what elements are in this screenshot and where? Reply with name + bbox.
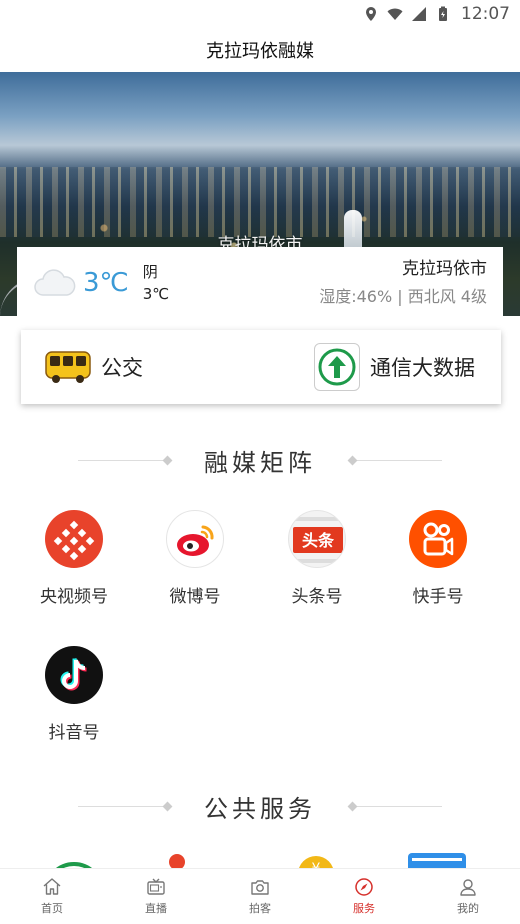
- nav-services-label: 服务: [353, 902, 375, 915]
- toutiao-account[interactable]: 头条 头条号: [262, 510, 372, 607]
- douyin-account[interactable]: 抖音号: [19, 646, 129, 743]
- media-matrix-header: 融媒矩阵: [0, 440, 520, 480]
- cctv-video-label: 央视频号: [40, 587, 108, 607]
- nav-snapshot-label: 拍客: [249, 902, 271, 915]
- bottom-nav: 首页 直播 拍客 服务 我的: [0, 868, 520, 924]
- service-item-4-icon[interactable]: [408, 853, 466, 868]
- divider-line: [347, 801, 442, 811]
- weibo-icon: [166, 510, 224, 568]
- signal-icon: [412, 7, 426, 21]
- cctv-video-account[interactable]: 央视频号: [19, 510, 129, 607]
- public-services-header: 公共服务: [0, 786, 520, 826]
- telecom-data-label: 通信大数据: [370, 356, 475, 380]
- kuaishou-icon: [409, 510, 467, 568]
- camera-icon: [251, 880, 269, 895]
- nav-services[interactable]: 服务: [312, 869, 416, 924]
- nav-home[interactable]: 首页: [0, 869, 104, 924]
- cctv-video-icon: [45, 510, 103, 568]
- home-icon: [43, 878, 61, 895]
- compass-icon: [355, 878, 373, 896]
- weather-low-temp: 3℃: [142, 285, 170, 303]
- weibo-account[interactable]: 微博号: [140, 510, 250, 607]
- public-services-title: 公共服务: [204, 794, 316, 823]
- kuaishou-account[interactable]: 快手号: [383, 510, 493, 607]
- status-time: 12:07: [461, 4, 510, 24]
- divider-line: [78, 801, 173, 811]
- weather-card[interactable]: 3℃ 阴 3℃ 克拉玛依市 湿度:46% | 西北风 4级: [17, 247, 503, 319]
- location-icon: [366, 7, 376, 21]
- divider-line: [347, 455, 442, 465]
- weather-detail: 湿度:46% | 西北风 4级: [319, 287, 487, 306]
- svg-text:头条: 头条: [302, 531, 335, 550]
- weibo-label: 微博号: [169, 587, 221, 607]
- weather-description: 阴 3℃: [143, 261, 169, 305]
- nav-live-label: 直播: [145, 902, 167, 915]
- telecom-data-button[interactable]: 通信大数据: [314, 343, 475, 391]
- battery-icon: [439, 6, 447, 21]
- cloudy-icon: [33, 267, 77, 299]
- divider-line: [78, 455, 173, 465]
- weather-city: 克拉玛依市: [402, 259, 487, 279]
- bus-service-button[interactable]: 公交: [45, 350, 143, 384]
- kuaishou-label: 快手号: [412, 587, 464, 607]
- nav-home-label: 首页: [41, 902, 63, 915]
- douyin-label: 抖音号: [48, 723, 100, 743]
- nav-profile[interactable]: 我的: [416, 869, 520, 924]
- weather-condition: 阴: [142, 263, 158, 281]
- toutiao-label: 头条号: [291, 587, 343, 607]
- nav-snapshot[interactable]: 拍客: [208, 869, 312, 924]
- bus-icon: [45, 350, 91, 384]
- tv-icon: [147, 878, 165, 895]
- quick-services-card: 公交 通信大数据: [21, 330, 501, 404]
- page-title: 克拉玛依融媒: [206, 41, 314, 62]
- douyin-icon: [45, 646, 103, 704]
- weather-location: 克拉玛依市 湿度:46% | 西北风 4级: [319, 255, 487, 311]
- toutiao-icon: 头条: [288, 510, 346, 568]
- status-bar: 12:07: [0, 0, 520, 28]
- bus-service-label: 公交: [101, 356, 143, 380]
- user-icon: [460, 879, 476, 896]
- nav-live[interactable]: 直播: [104, 869, 208, 924]
- wifi-icon: [387, 8, 403, 20]
- nav-profile-label: 我的: [457, 902, 479, 915]
- media-matrix-title: 融媒矩阵: [204, 448, 316, 477]
- data-arrow-icon: [314, 343, 360, 391]
- service-item-3-icon[interactable]: ¥: [298, 856, 334, 868]
- weather-temperature: 3℃: [83, 268, 129, 298]
